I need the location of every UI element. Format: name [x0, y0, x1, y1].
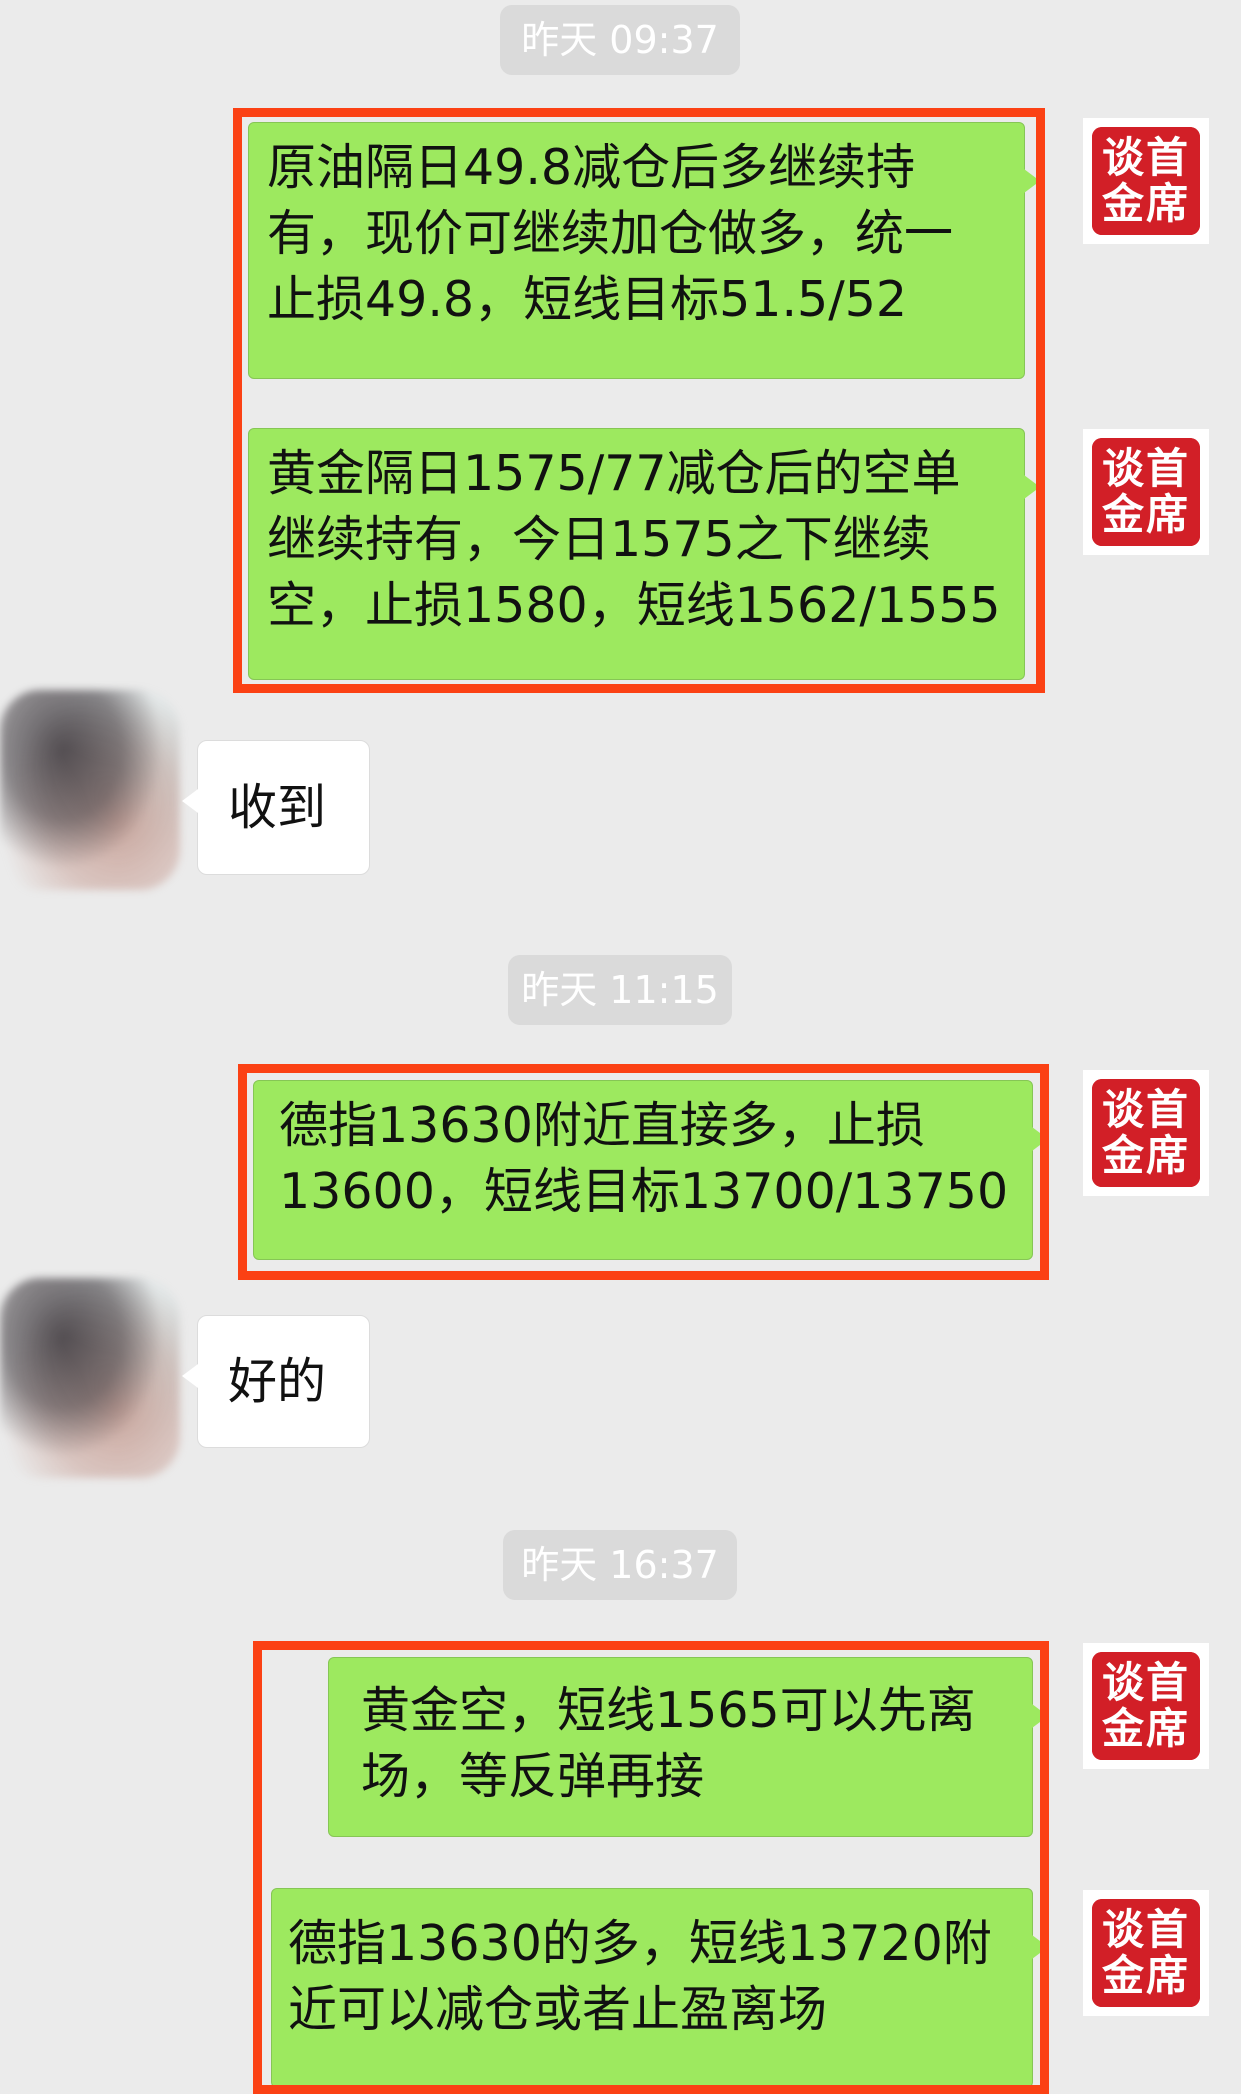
avatar-label: 谈首 金席: [1101, 1658, 1190, 1753]
message-text: 好的: [228, 1352, 327, 1410]
sender-avatar[interactable]: 谈首 金席: [1083, 118, 1209, 244]
avatar-label: 谈首 金席: [1101, 1905, 1190, 2000]
contact-avatar-blurred[interactable]: [0, 1278, 180, 1478]
sender-avatar[interactable]: 谈首 金席: [1083, 1890, 1209, 2016]
avatar-label: 谈首 金席: [1101, 133, 1190, 228]
avatar-label: 谈首 金席: [1101, 1085, 1190, 1180]
timestamp-2: 昨天 11:15: [508, 955, 732, 1025]
seal-logo-icon: 谈首 金席: [1092, 1079, 1200, 1187]
sender-avatar[interactable]: 谈首 金席: [1083, 1070, 1209, 1196]
timestamp-3: 昨天 16:37: [503, 1530, 737, 1600]
seal-logo-icon: 谈首 金席: [1092, 127, 1200, 235]
timestamp-1: 昨天 09:37: [500, 5, 740, 75]
message-bubble-incoming[interactable]: 好的: [182, 1315, 370, 1448]
sender-avatar[interactable]: 谈首 金席: [1083, 429, 1209, 555]
seal-logo-icon: 谈首 金席: [1092, 438, 1200, 546]
contact-avatar-blurred[interactable]: [0, 690, 180, 890]
seal-logo-icon: 谈首 金席: [1092, 1652, 1200, 1760]
message-text: 收到: [228, 778, 327, 836]
sender-avatar[interactable]: 谈首 金席: [1083, 1643, 1209, 1769]
message-bubble-incoming[interactable]: 收到: [182, 740, 370, 875]
highlight-frame: [233, 108, 1045, 693]
highlight-frame: [253, 1641, 1049, 2094]
seal-logo-icon: 谈首 金席: [1092, 1899, 1200, 2007]
highlight-frame: [238, 1064, 1049, 1280]
avatar-label: 谈首 金席: [1101, 444, 1190, 539]
